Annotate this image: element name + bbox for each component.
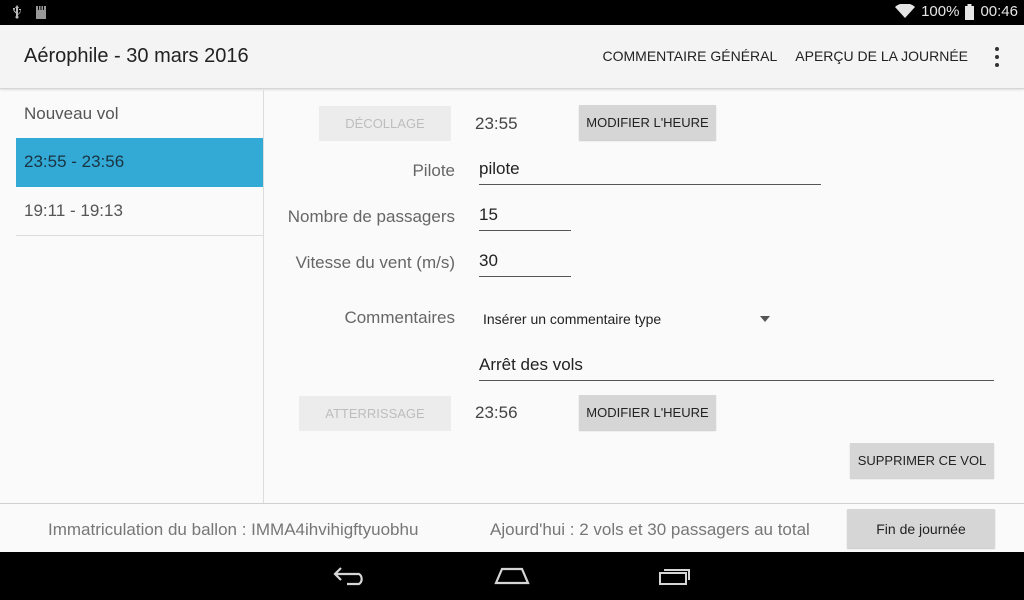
flight-details: DÉCOLLAGE 23:55 MODIFIER L'HEURE Pilote … [265,90,1024,503]
passengers-label: Nombre de passagers [287,207,455,226]
wind-speed-label: Vitesse du vent (m/s) [295,253,455,272]
overflow-menu-icon[interactable] [992,47,1002,67]
passengers-field[interactable]: 15 [479,205,571,231]
battery-icon [965,3,975,20]
day-overview-button[interactable]: APERÇU DE LA JOURNÉE [795,48,968,64]
flight-list: Nouveau vol 23:55 - 23:56 19:11 - 19:13 [0,90,264,503]
home-icon[interactable] [494,567,530,585]
landing-time: 23:56 [475,403,518,422]
page-title: Aérophile - 30 mars 2016 [24,45,249,67]
day-summary: Ajourd'hui : 2 vols et 30 passagers au t… [490,520,810,539]
takeoff-button[interactable]: DÉCOLLAGE [319,106,451,141]
comments-label: Commentaires [344,308,455,327]
sidebar-item-new-flight[interactable]: Nouveau vol [16,90,263,139]
delete-flight-button[interactable]: SUPPRIMER CE VOL [850,443,994,478]
wind-speed-field[interactable]: 30 [479,251,571,277]
sidebar-item-flight[interactable]: 23:55 - 23:56 [16,138,263,187]
chevron-down-icon[interactable] [760,316,770,322]
takeoff-time: 23:55 [475,114,518,133]
usb-icon [13,5,21,19]
landing-button[interactable]: ATTERRISSAGE [299,396,451,431]
recent-apps-icon[interactable] [658,566,692,586]
comment-type-dropdown[interactable]: Insérer un commentaire type [483,311,661,327]
navigation-bar [0,552,1024,600]
battery-percent: 100% [921,3,960,20]
wifi-icon [895,4,916,18]
comment-field[interactable]: Arrêt des vols [479,355,994,381]
general-comment-button[interactable]: COMMENTAIRE GÉNÉRAL [603,48,778,64]
status-bar: 100% 00:46 [0,0,1024,25]
end-of-day-button[interactable]: Fin de journée [847,509,995,548]
pilot-field[interactable]: pilote [479,159,821,185]
footer-bar: Immatriculation du ballon : IMMA4ihvihig… [0,503,1024,552]
app-bar: Aérophile - 30 mars 2016 COMMENTAIRE GÉN… [0,25,1024,89]
back-icon[interactable] [333,566,367,586]
pilot-label: Pilote [412,161,455,180]
clock: 00:46 [980,3,1018,20]
modify-landing-time-button[interactable]: MODIFIER L'HEURE [579,395,716,430]
storage-icon [36,5,46,19]
modify-takeoff-time-button[interactable]: MODIFIER L'HEURE [579,105,716,140]
balloon-registration: Immatriculation du ballon : IMMA4ihvihig… [48,520,419,539]
sidebar-item-flight[interactable]: 19:11 - 19:13 [16,187,263,236]
